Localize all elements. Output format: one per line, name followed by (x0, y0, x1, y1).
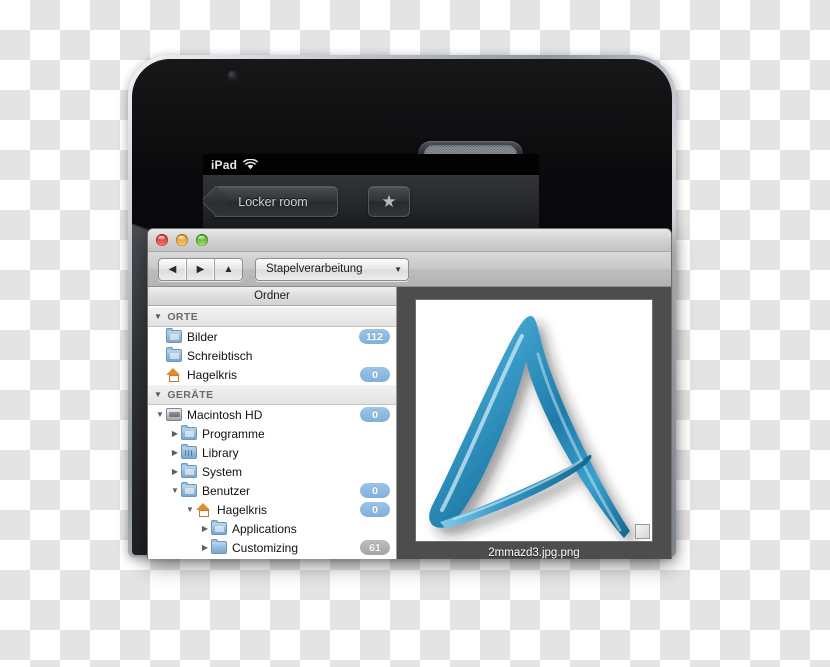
folder-tree: ▼ ORTE Bilder 112 Schreibtisch Hagelkris 0 ▼ GER… (148, 306, 396, 559)
disclosure-triangle-icon[interactable]: ▼ (154, 410, 166, 419)
tree-row[interactable]: ▶ Programme (148, 424, 396, 443)
chevron-down-icon: ▼ (394, 264, 402, 274)
arrow-left-icon: ◀ (168, 263, 177, 275)
sidebar-group-label: ORTE (167, 310, 199, 323)
item-count-badge: 0 (360, 502, 390, 517)
window-title-bar[interactable] (148, 229, 671, 252)
blue-triangle-logo (429, 316, 630, 538)
item-count-badge: 0 (360, 367, 390, 382)
tree-row-label: Applications (232, 521, 297, 536)
dropdown-value: Stapelverarbeitung (266, 263, 363, 275)
tree-row-label: Hagelkris (187, 367, 238, 382)
ipad-app-window: iPad Locker room ★ (203, 154, 539, 228)
item-count-badge: 0 (360, 407, 390, 422)
nav-forward-button[interactable]: ▶ (187, 258, 215, 280)
sidebar-group-label: GERÄTE (167, 388, 214, 401)
folder-desktop-icon (166, 347, 182, 362)
batch-processing-dropdown[interactable]: Stapelverarbeitung ▼ (255, 257, 409, 281)
tree-row[interactable]: Bilder 112 (148, 327, 396, 346)
preview-image-container (415, 299, 653, 542)
arrow-up-icon: ▲ (223, 263, 234, 275)
folder-apps-icon (211, 520, 227, 535)
folder-users-icon (181, 482, 197, 497)
tree-row[interactable]: ▼ Hagelkris 0 (148, 500, 396, 519)
tree-row-label: Benutzer (202, 483, 251, 498)
window-body: Ordner ▼ ORTE Bilder 112 Schreibtisch Hagelkr… (148, 287, 671, 559)
column-header-ordner: Ordner (148, 287, 396, 306)
tree-row[interactable]: ▶ Applications (148, 519, 396, 538)
star-icon: ★ (381, 192, 397, 211)
disclosure-triangle-icon[interactable]: ▼ (169, 486, 181, 495)
tree-row-label: Schreibtisch (187, 348, 253, 363)
disclosure-triangle-icon[interactable]: ▶ (169, 429, 181, 438)
minimize-window-button[interactable] (176, 234, 188, 246)
disclosure-triangle-icon[interactable]: ▶ (169, 467, 181, 476)
canvas-root: iPad Locker room ★ ◀ ▶ ▲ Stapelverarbeit… (0, 0, 830, 667)
finder-window: ◀ ▶ ▲ Stapelverarbeitung ▼ Ordner ▼ ORTE B… (147, 228, 672, 559)
tree-row-label: Customizing (232, 540, 299, 555)
back-button-label: Locker room (238, 194, 308, 209)
tree-row[interactable]: ▼ Macintosh HD 0 (148, 405, 396, 424)
close-window-button[interactable] (156, 234, 168, 246)
zoom-window-button[interactable] (196, 234, 208, 246)
wifi-icon (243, 159, 259, 170)
navigation-button-group: ◀ ▶ ▲ (158, 257, 243, 281)
chevron-down-icon: ▼ (154, 390, 163, 399)
nav-up-button[interactable]: ▲ (215, 259, 242, 280)
nav-back-button[interactable]: ◀ (159, 258, 187, 280)
disclosure-triangle-icon[interactable]: ▶ (169, 448, 181, 457)
front-camera-icon (228, 71, 237, 80)
tree-row-label: Bilder (187, 329, 218, 344)
window-toolbar: ◀ ▶ ▲ Stapelverarbeitung ▼ (148, 252, 671, 287)
preview-filename-label: 2mmazd3.jpg.png (488, 547, 580, 559)
disclosure-triangle-icon[interactable]: ▶ (199, 524, 211, 533)
folder-pictures-icon (166, 328, 182, 343)
tree-row[interactable]: ▼ Benutzer 0 (148, 481, 396, 500)
tree-row[interactable]: ▶ Library (148, 443, 396, 462)
back-button[interactable]: Locker room (215, 186, 338, 217)
tree-row-label: Library (202, 445, 239, 460)
disclosure-triangle-icon[interactable]: ▶ (199, 543, 211, 552)
harddisk-icon (166, 408, 182, 421)
tree-row[interactable]: Schreibtisch (148, 346, 396, 365)
favorite-star-button[interactable]: ★ (368, 186, 410, 217)
folder-system-icon (181, 463, 197, 478)
tree-row-label: Programme (202, 426, 265, 441)
tree-row-label: Macintosh HD (187, 407, 263, 422)
arrow-right-icon: ▶ (196, 263, 205, 275)
tree-row[interactable]: ▶ Customizing 61 (148, 538, 396, 557)
folder-sidebar: Ordner ▼ ORTE Bilder 112 Schreibtisch Hagelkr… (148, 287, 397, 559)
folder-plain-icon (211, 539, 227, 554)
ipad-device-label: iPad (211, 157, 238, 172)
sidebar-group-header[interactable]: ▼ ORTE (148, 306, 396, 327)
home-icon (196, 502, 212, 517)
ipad-status-bar: iPad (203, 154, 539, 175)
disclosure-triangle-icon[interactable]: ▼ (184, 505, 196, 514)
item-count-badge: 112 (359, 329, 390, 344)
item-count-badge: 0 (360, 483, 390, 498)
tree-row[interactable]: ▶ System (148, 462, 396, 481)
folder-apps-icon (181, 425, 197, 440)
tree-row-label: System (202, 464, 243, 479)
tree-row[interactable]: Hagelkris 0 (148, 365, 396, 384)
resize-grip-icon[interactable] (635, 524, 650, 539)
chevron-down-icon: ▼ (154, 312, 163, 321)
tree-row-label: Hagelkris (217, 502, 268, 517)
folder-library-icon (181, 444, 197, 459)
item-count-badge: 61 (360, 540, 390, 555)
home-icon (166, 367, 182, 382)
sidebar-group-header[interactable]: ▼ GERÄTE (148, 384, 396, 405)
preview-pane: 2mmazd3.jpg.png (397, 287, 671, 559)
ipad-navigation-bar: Locker room ★ (203, 175, 539, 228)
